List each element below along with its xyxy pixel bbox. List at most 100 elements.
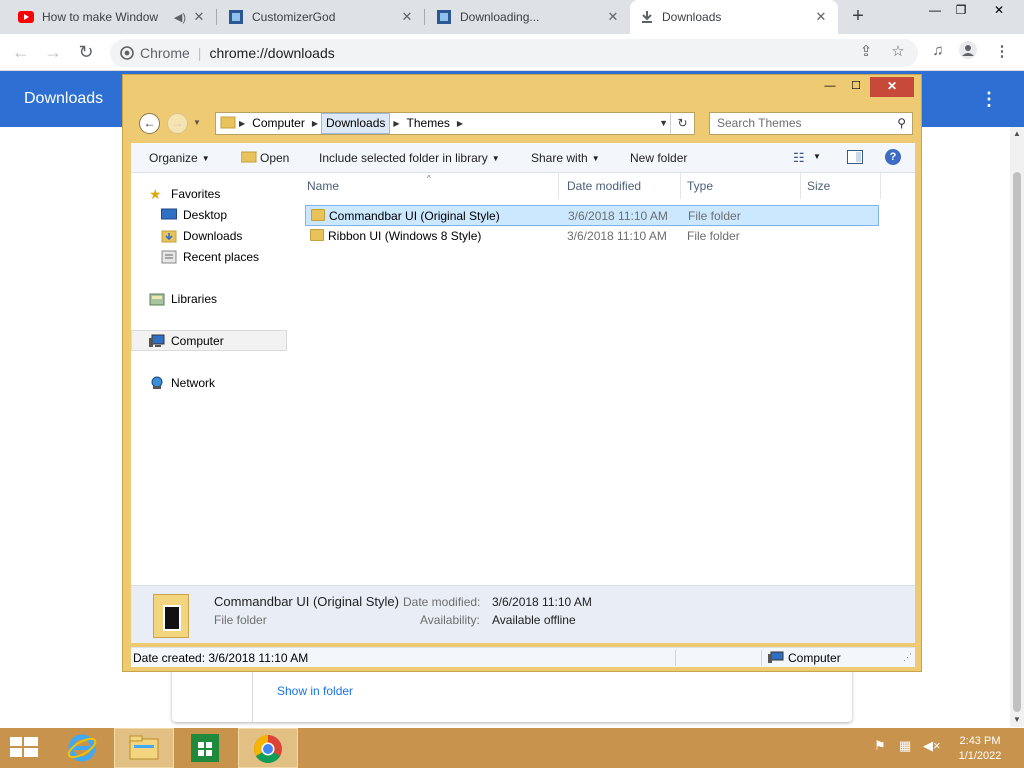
breadcrumb-arrow[interactable]: ▶ [236, 119, 248, 128]
nav-label: Recent places [183, 249, 260, 264]
resize-grip-icon[interactable]: ⋰ [903, 652, 912, 663]
taskbar-internet-explorer[interactable] [52, 728, 112, 768]
network-tray-icon[interactable]: ▦ [899, 738, 911, 754]
column-header-size[interactable]: Size [801, 173, 881, 199]
bookmark-star-icon[interactable]: ☆ [888, 42, 908, 60]
breadcrumb-downloads[interactable]: Downloads [321, 113, 391, 134]
organize-button[interactable]: Organize ▼ [149, 151, 210, 165]
download-icon [642, 11, 652, 23]
address-row: ← → ▼ ▶ Computer ▶ Downloads ▶ Themes ▶ … [131, 112, 915, 136]
share-icon[interactable]: ⇪ [856, 42, 876, 60]
tab-downloads[interactable]: Downloads ✕ [630, 0, 838, 34]
close-window-button[interactable]: ✕ [984, 0, 1014, 22]
reload-button[interactable]: ↻ [73, 40, 99, 66]
taskbar-file-explorer[interactable] [114, 728, 174, 768]
nav-computer[interactable]: Computer [131, 330, 287, 351]
breadcrumb-arrow[interactable]: ▶ [309, 119, 321, 128]
preview-pane-icon[interactable] [847, 150, 863, 167]
clock[interactable]: 2:43 PM 1/1/2022 [952, 734, 1008, 764]
nav-favorites[interactable]: ★ Favorites [149, 183, 305, 204]
chevron-down-icon: ▼ [491, 154, 500, 163]
open-button[interactable]: Open [260, 151, 289, 165]
breadcrumb-computer[interactable]: Computer [248, 113, 309, 134]
show-in-folder-link[interactable]: Show in folder [277, 684, 353, 698]
close-tab-icon[interactable]: ✕ [192, 9, 206, 25]
breadcrumb-arrow[interactable]: ▶ [454, 119, 466, 128]
scroll-up-arrow[interactable]: ▲ [1010, 127, 1024, 141]
column-header-date-modified[interactable]: Date modified [561, 173, 681, 199]
nav-label: Downloads [183, 228, 243, 243]
scroll-down-arrow[interactable]: ▼ [1010, 713, 1024, 727]
status-date-created: Date created: 3/6/2018 11:10 AM [133, 651, 309, 665]
tab-youtube[interactable]: How to make Window ◀) ✕ [8, 0, 216, 34]
breadcrumb-arrow[interactable]: ▶ [390, 119, 402, 128]
status-separator [761, 650, 762, 666]
omnibox[interactable]: Chrome | chrome://downloads [110, 39, 918, 67]
tab-downloading[interactable]: Downloading... ✕ [426, 0, 630, 34]
search-input[interactable]: Search Themes ⚲ [709, 112, 913, 135]
taskbar-chrome[interactable] [238, 728, 298, 768]
breadcrumb-themes[interactable]: Themes [403, 113, 454, 134]
nav-network[interactable]: Network [149, 372, 305, 393]
new-folder-button[interactable]: New folder [630, 151, 687, 165]
explorer-maximize-button[interactable]: ☐ [843, 77, 869, 97]
folder-icon [311, 209, 325, 221]
close-tab-icon[interactable]: ✕ [606, 9, 620, 25]
speaker-icon[interactable]: ◀) [174, 11, 186, 24]
refresh-icon[interactable]: ↻ [670, 113, 694, 134]
omnibox-site-label: Chrome [140, 45, 190, 61]
file-row[interactable]: Ribbon UI (Windows 8 Style) 3/6/2018 11:… [305, 226, 879, 247]
page-scrollbar[interactable]: ▲ ▼ [1010, 127, 1024, 727]
recent-locations-dropdown-icon[interactable]: ▼ [193, 118, 201, 127]
chrome-icon [254, 735, 282, 763]
change-view-icon[interactable]: ☷ [793, 150, 805, 166]
restore-button[interactable]: ❐ [946, 0, 976, 22]
tab-strip: How to make Window ◀) ✕ CustomizerGod ✕ … [0, 0, 1024, 34]
close-tab-icon[interactable]: ✕ [400, 9, 414, 25]
nav-desktop[interactable]: Desktop [161, 204, 317, 225]
volume-muted-icon[interactable]: ◀× [923, 738, 941, 754]
taskbar-store[interactable] [176, 728, 236, 768]
media-control-icon[interactable]: ♫ [928, 42, 948, 59]
details-availability-label: Availability: [420, 613, 480, 627]
scrollbar-thumb[interactable] [1013, 172, 1021, 712]
explorer-back-button[interactable]: ← [139, 113, 160, 134]
help-icon[interactable]: ? [885, 149, 901, 165]
new-folder-label: New folder [630, 151, 688, 165]
forward-button[interactable]: → [40, 40, 66, 66]
nav-label: Computer [171, 333, 224, 348]
tab-customizergod[interactable]: CustomizerGod ✕ [218, 0, 424, 34]
tab-title: CustomizerGod [252, 10, 336, 24]
folder-path-icon [220, 115, 236, 132]
column-header-type[interactable]: Type [681, 173, 801, 199]
tab-title: Downloads [662, 10, 722, 24]
search-placeholder: Search Themes [717, 116, 802, 130]
start-button[interactable] [0, 728, 52, 768]
include-in-library-button[interactable]: Include selected folder in library ▼ [319, 151, 500, 165]
clock-time: 2:43 PM [959, 735, 1001, 747]
view-dropdown-icon[interactable]: ▼ [813, 152, 821, 161]
downloads-menu-icon[interactable]: ⋮ [980, 89, 998, 110]
chrome-menu-icon[interactable]: ⋮ [992, 42, 1012, 60]
explorer-close-button[interactable]: ✕ [870, 77, 914, 97]
nav-libraries[interactable]: Libraries [149, 288, 305, 309]
tab-title: How to make Window [42, 10, 159, 24]
address-bar[interactable]: ▶ Computer ▶ Downloads ▶ Themes ▶ ▼ ↻ [215, 112, 695, 135]
new-tab-button[interactable]: + [846, 5, 870, 29]
column-header-name[interactable]: Name ^ [301, 173, 559, 199]
explorer-minimize-button[interactable]: — [817, 77, 843, 97]
share-with-button[interactable]: Share with ▼ [531, 151, 600, 165]
close-tab-icon[interactable]: ✕ [814, 9, 828, 25]
nav-downloads[interactable]: Downloads [161, 225, 317, 246]
tab-separator [216, 9, 217, 25]
search-icon[interactable]: ⚲ [897, 113, 906, 134]
explorer-forward-button[interactable]: → [167, 113, 188, 134]
back-button[interactable]: ← [8, 40, 34, 66]
details-name: Commandbar UI (Original Style) [214, 594, 399, 609]
star-icon: ★ [149, 185, 162, 202]
action-center-flag-icon[interactable]: ⚑ [874, 738, 886, 754]
address-dropdown-icon[interactable]: ▼ [659, 113, 668, 134]
nav-recent-places[interactable]: Recent places [161, 246, 317, 267]
file-row[interactable]: Commandbar UI (Original Style) 3/6/2018 … [305, 205, 879, 226]
profile-icon[interactable] [958, 40, 978, 64]
